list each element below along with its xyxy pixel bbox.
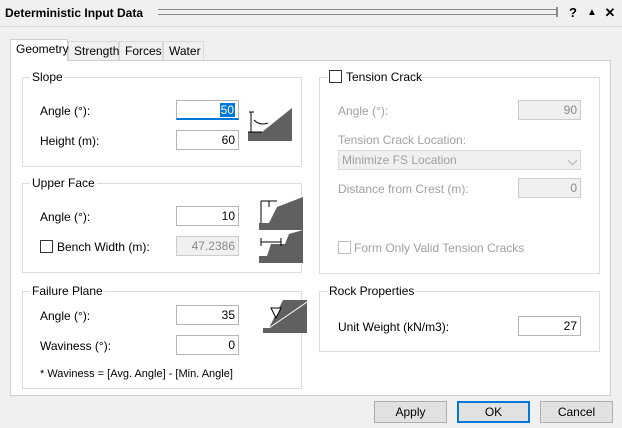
upper-face-group: Upper Face Angle (°): 10 Bench Width (m)…: [22, 176, 303, 273]
failure-plane-title: Failure Plane: [30, 284, 105, 298]
tab-water[interactable]: Water: [163, 41, 204, 60]
bench-width-input: 47.2386: [176, 236, 239, 256]
upper-face-angle-label: Angle (°):: [40, 210, 91, 224]
upper-face-angle-input[interactable]: 10: [176, 206, 239, 226]
failure-angle-input[interactable]: 35: [176, 305, 239, 325]
unit-weight-label: Unit Weight (kN/m3):: [338, 320, 450, 334]
failure-plane-group: Failure Plane Angle (°): 35 Waviness (°)…: [22, 284, 307, 389]
slope-height-label: Height (m):: [40, 134, 100, 148]
waviness-label: Waviness (°):: [40, 339, 112, 353]
slope-diagram-icon: [248, 108, 292, 141]
title-grip-end: [556, 7, 558, 17]
bench-width-label[interactable]: Bench Width (m):: [57, 240, 150, 254]
bench-width-checkbox[interactable]: [40, 240, 53, 253]
slope-angle-input[interactable]: 50: [176, 100, 239, 120]
tension-crack-group: Tension Crack Angle (°): 90 Tension Crac…: [319, 70, 600, 274]
unit-weight-input[interactable]: 27: [518, 316, 581, 336]
failure-plane-diagram-icon: [263, 300, 307, 333]
geometry-panel: Slope Angle (°): 50 Height (m): 60 Upper…: [10, 60, 611, 396]
upper-face-diagram-icon: [259, 197, 303, 230]
chevron-down-icon: [567, 155, 578, 166]
tension-angle-input: 90: [518, 100, 581, 120]
distance-crest-input: 0: [518, 178, 581, 198]
tab-forces[interactable]: Forces: [119, 41, 163, 60]
tab-strength[interactable]: Strength: [68, 41, 119, 60]
tension-crack-checkbox[interactable]: [329, 70, 342, 83]
slope-height-input[interactable]: 60: [176, 130, 239, 150]
valid-cracks-checkbox: [338, 241, 351, 254]
slope-title: Slope: [30, 70, 65, 84]
valid-cracks-label: Form Only Valid Tension Cracks: [354, 241, 525, 255]
slope-group: Slope Angle (°): 50 Height (m): 60: [22, 70, 302, 167]
tension-angle-label: Angle (°):: [338, 104, 389, 118]
window-title: Deterministic Input Data: [5, 6, 144, 20]
slope-angle-value: 50: [219, 103, 235, 117]
collapse-icon[interactable]: ▲: [584, 4, 600, 21]
help-button[interactable]: ?: [565, 4, 581, 21]
title-bar: Deterministic Input Data ? ▲ ✕: [0, 0, 622, 27]
tab-geometry[interactable]: Geometry: [10, 39, 69, 61]
cancel-button[interactable]: Cancel: [540, 401, 613, 423]
tension-location-value: Minimize FS Location: [342, 153, 457, 167]
rock-properties-group: Rock Properties Unit Weight (kN/m3): 27: [319, 284, 600, 352]
waviness-note: * Waviness = [Avg. Angle] - [Min. Angle]: [40, 368, 233, 380]
waviness-input[interactable]: 0: [176, 335, 239, 355]
tension-location-label: Tension Crack Location:: [338, 133, 467, 147]
tension-crack-title[interactable]: Tension Crack: [346, 70, 422, 84]
tension-location-select: Minimize FS Location: [338, 150, 581, 170]
close-icon[interactable]: ✕: [602, 4, 618, 21]
failure-angle-label: Angle (°):: [40, 309, 91, 323]
tension-crack-header: Tension Crack: [327, 70, 422, 84]
title-grip[interactable]: [158, 9, 558, 15]
apply-button[interactable]: Apply: [374, 401, 447, 423]
ok-button[interactable]: OK: [457, 401, 530, 423]
distance-crest-label: Distance from Crest (m):: [338, 182, 469, 196]
rock-properties-title: Rock Properties: [327, 284, 417, 298]
upper-face-title: Upper Face: [30, 176, 97, 190]
bench-diagram-icon: [259, 230, 303, 263]
slope-angle-label: Angle (°):: [40, 104, 91, 118]
